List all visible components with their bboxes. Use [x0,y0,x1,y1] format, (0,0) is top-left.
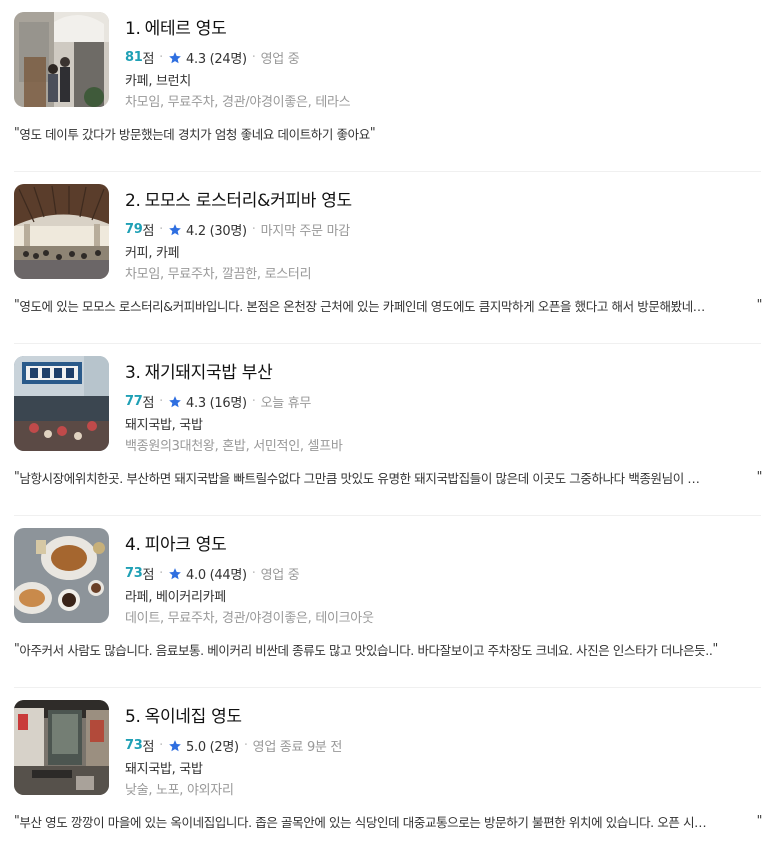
place-status: 오늘 휴무 [260,396,312,411]
place-review[interactable]: " 영도 데이투 갔다가 방문했는데 경치가 엄청 좋네요 데이트하기 좋아요 " [14,124,762,143]
separator-dot: · [159,738,164,753]
separator-dot: · [251,394,256,409]
place-rating: 4.3 (24명) [186,52,247,67]
star-icon [168,51,182,65]
separator-dot: · [251,50,256,65]
roastery-hall-photo-icon [14,184,109,279]
place-status: 영업 종료 9분 전 [252,740,343,755]
list-item[interactable]: 4. 피아크 영도 73 점 · 4.0 (44명) · 영업 중 라페, 베이커리… [0,516,775,688]
market-street-photo-icon [14,356,109,451]
place-score-unit: 점 [142,396,155,411]
place-rank: 3. [125,363,141,383]
place-rank: 5. [125,707,141,727]
quote-close: " [756,296,762,311]
list-item[interactable]: 5. 옥이네집 영도 73 점 · 5.0 (2명) · 영업 종료 9분 전 돼지… [0,688,775,860]
place-category: 라페, 베이커리카페 [125,590,226,605]
place-tags: 차모임, 무료주차, 경관/야경이좋은, 테라스 [125,95,351,110]
separator-dot: · [159,566,164,581]
place-score-unit: 점 [142,568,155,583]
place-name: 피아크 영도 [144,535,227,555]
star-icon [168,395,182,409]
place-name: 모모스 로스터리&커피바 영도 [144,191,353,211]
place-score: 81 [125,50,143,65]
place-tags: 데이트, 무료주차, 경관/야경이좋은, 테이크아웃 [125,611,374,626]
place-title[interactable]: 3. 재기돼지국밥 부산 [125,358,273,383]
place-status: 영업 중 [260,568,300,583]
review-text: 남항시장에위치한곳. 부산하면 돼지국밥을 빠트릴수없다 그만큼 맛있도 유명한… [19,471,700,486]
place-score: 73 [125,738,143,753]
place-rank: 1. [125,19,141,39]
review-text: 부산 영도 깡깡이 마을에 있는 옥이네집입니다. 좁은 골목안에 있는 식당인… [19,815,707,830]
star-icon [168,567,182,581]
place-score-unit: 점 [142,740,155,755]
review-text: 아주커서 사람도 많습니다. 음료보통. 베이커리 비싼데 종류도 많고 맛있습… [19,643,713,658]
place-meta: 81 점 · 4.3 (24명) · 영업 중 [125,48,300,67]
star-icon [168,739,182,753]
place-review[interactable]: " 영도에 있는 모모스 로스터리&커피바입니다. 본점은 온천장 근처에 있는 … [14,296,762,315]
place-title[interactable]: 5. 옥이네집 영도 [125,702,242,727]
place-meta: 73 점 · 5.0 (2명) · 영업 종료 9분 전 [125,736,342,755]
place-category: 돼지국밥, 국밥 [125,418,203,433]
separator-dot: · [159,50,164,65]
bakery-table-photo-icon [14,528,109,623]
place-thumbnail[interactable] [14,184,109,279]
place-name: 에테르 영도 [144,19,227,39]
place-review[interactable]: " 부산 영도 깡깡이 마을에 있는 옥이네집입니다. 좁은 골목안에 있는 식당… [14,812,762,831]
separator-dot: · [243,738,248,753]
place-thumbnail[interactable] [14,528,109,623]
quote-close: " [712,640,718,655]
place-thumbnail[interactable] [14,700,109,795]
quote-close: " [369,124,376,139]
separator-dot: · [251,566,256,581]
review-text: 영도 데이투 갔다가 방문했는데 경치가 엄청 좋네요 데이트하기 좋아요 [19,127,370,142]
place-score: 79 [125,222,143,237]
place-status: 마지막 주문 마감 [260,224,351,239]
place-score: 77 [125,394,143,409]
place-rating: 4.2 (30명) [186,224,247,239]
place-title[interactable]: 1. 에테르 영도 [125,14,227,39]
review-text: 영도에 있는 모모스 로스터리&커피바입니다. 본점은 온천장 근처에 있는 카… [19,299,705,314]
place-tags: 낮술, 노포, 야외자리 [125,783,234,798]
alley-restaurant-photo-icon [14,700,109,795]
separator-dot: · [159,222,164,237]
place-rating: 5.0 (2명) [186,740,239,755]
quote-close: " [756,468,762,483]
place-score: 73 [125,566,143,581]
place-review[interactable]: " 아주커서 사람도 많습니다. 음료보통. 베이커리 비싼데 종류도 많고 맛있… [14,640,762,659]
cafe-interior-photo-icon [14,12,109,107]
list-item[interactable]: 3. 재기돼지국밥 부산 77 점 · 4.3 (16명) · 오늘 휴무 돼지국밥… [0,344,775,516]
place-category: 돼지국밥, 국밥 [125,762,203,777]
place-category: 커피, 카페 [125,246,180,261]
place-rating: 4.3 (16명) [186,396,247,411]
place-status: 영업 중 [260,52,300,67]
place-thumbnail[interactable] [14,12,109,107]
place-review[interactable]: " 남항시장에위치한곳. 부산하면 돼지국밥을 빠트릴수없다 그만큼 맛있도 유명… [14,468,762,487]
place-tags: 차모임, 무료주차, 깔끔한, 로스터리 [125,267,312,282]
place-meta: 73 점 · 4.0 (44명) · 영업 중 [125,564,300,583]
place-title[interactable]: 2. 모모스 로스터리&커피바 영도 [125,186,352,211]
place-name: 옥이네집 영도 [144,707,242,727]
star-icon [168,223,182,237]
place-meta: 79 점 · 4.2 (30명) · 마지막 주문 마감 [125,220,350,239]
place-meta: 77 점 · 4.3 (16명) · 오늘 휴무 [125,392,311,411]
place-category: 카페, 브런치 [125,74,191,89]
place-tags: 백종원의3대천왕, 혼밥, 서민적인, 셀프바 [125,439,343,454]
list-item[interactable]: 1. 에테르 영도 81 점 · 4.3 (24명) · 영업 중 카페, 브런치 … [0,0,775,172]
restaurant-list: 1. 에테르 영도 81 점 · 4.3 (24명) · 영업 중 카페, 브런치 … [0,0,775,860]
separator-dot: · [159,394,164,409]
list-item[interactable]: 2. 모모스 로스터리&커피바 영도 79 점 · 4.2 (30명) · 마지막 … [0,172,775,344]
place-rank: 4. [125,535,141,555]
place-thumbnail[interactable] [14,356,109,451]
separator-dot: · [251,222,256,237]
place-score-unit: 점 [142,224,155,239]
place-name: 재기돼지국밥 부산 [144,363,273,383]
place-rank: 2. [125,191,141,211]
quote-close: " [756,812,762,827]
place-rating: 4.0 (44명) [186,568,247,583]
place-title[interactable]: 4. 피아크 영도 [125,530,227,555]
place-score-unit: 점 [142,52,155,67]
